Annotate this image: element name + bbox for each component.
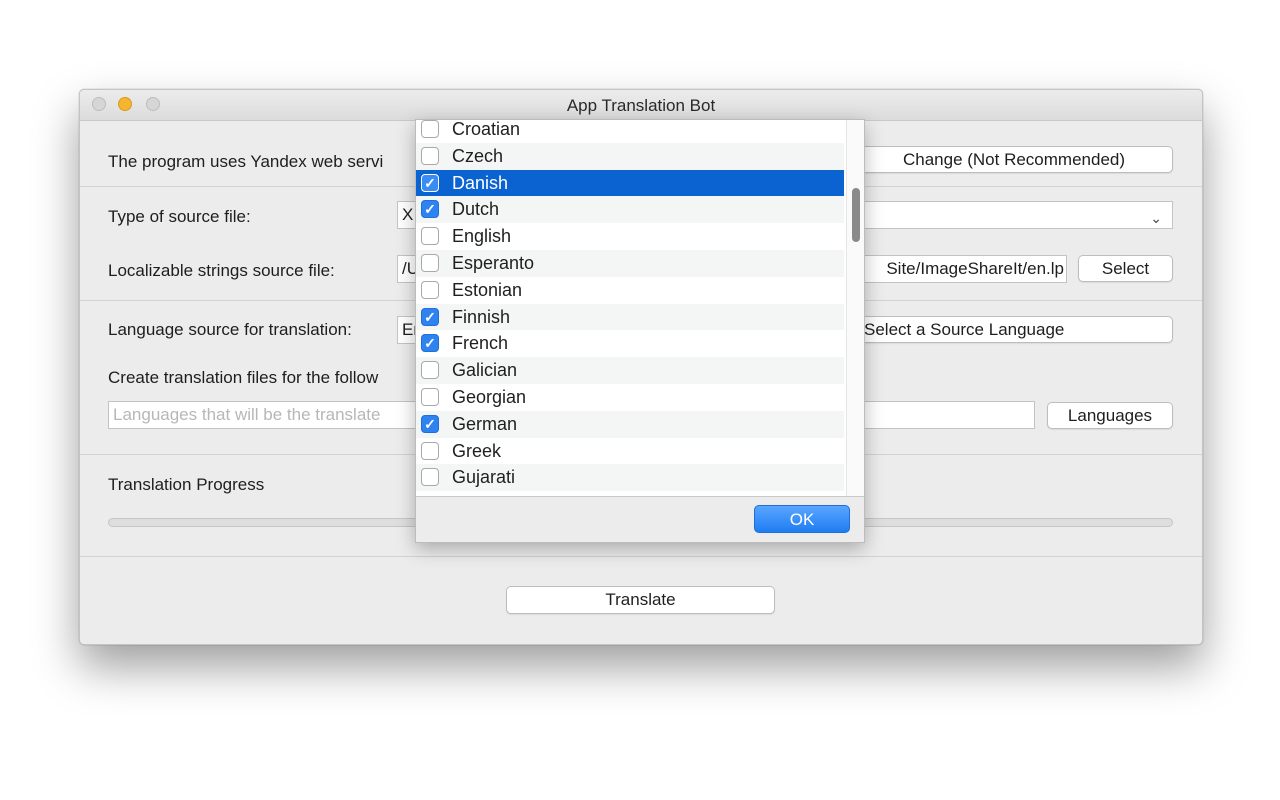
scrollbar-thumb[interactable]	[852, 188, 860, 242]
checkbox-icon[interactable]	[421, 227, 439, 246]
checkbox-icon[interactable]	[421, 441, 439, 460]
source-type-label: Type of source file:	[108, 207, 251, 226]
title-bar: App Translation Bot	[80, 90, 1202, 121]
strings-file-path-end: Site/ImageShareIt/en.lp	[886, 259, 1064, 278]
select-source-language-button[interactable]: Select a Source Language	[855, 316, 1173, 343]
window-title: App Translation Bot	[566, 96, 716, 115]
checkbox-checked-icon[interactable]: ✓	[421, 414, 439, 433]
checkbox-checked-icon[interactable]: ✓	[421, 334, 439, 353]
checkbox-checked-icon[interactable]: ✓	[421, 173, 439, 192]
popup-footer: OK	[416, 496, 864, 542]
translation-progress-label: Translation Progress	[108, 475, 265, 494]
language-row[interactable]: English	[416, 223, 844, 250]
language-row[interactable]: Czech	[416, 142, 844, 170]
language-row[interactable]: ✓ Finnish	[416, 303, 844, 331]
checkbox-icon[interactable]	[421, 468, 439, 487]
ok-button[interactable]: OK	[754, 505, 850, 533]
service-info-text: The program uses Yandex web servi	[108, 152, 384, 171]
translate-button[interactable]: Translate	[506, 586, 775, 614]
language-row[interactable]: ✓ Dutch	[416, 196, 844, 224]
language-label: English	[452, 226, 512, 247]
language-label: Danish	[452, 172, 509, 193]
language-label: Esperanto	[452, 252, 535, 273]
language-row[interactable]: Croatian	[416, 119, 844, 143]
language-label: Galician	[452, 360, 518, 381]
language-label: Gujarati	[452, 467, 516, 488]
select-file-button[interactable]: Select	[1078, 255, 1173, 282]
language-row[interactable]: Georgian	[416, 384, 844, 411]
checkbox-icon[interactable]	[421, 146, 439, 165]
target-languages-placeholder: Languages that will be the translate	[113, 405, 381, 424]
language-list[interactable]: Croatian Czech ✓ Danish ✓ Dutch English Esperan…	[416, 119, 844, 494]
language-label: Croatian	[452, 119, 521, 139]
scrollbar[interactable]	[846, 120, 864, 496]
language-row[interactable]: Galician	[416, 357, 844, 384]
chevron-down-icon: ⌄	[1150, 210, 1162, 226]
checkbox-icon[interactable]	[421, 120, 439, 138]
language-label: German	[452, 413, 518, 434]
language-row[interactable]: Gujarati	[416, 464, 844, 492]
language-label: Georgian	[452, 386, 527, 407]
language-label: Czech	[452, 145, 504, 166]
language-label: Greek	[452, 440, 502, 461]
language-label: French	[452, 333, 509, 354]
language-label: Finnish	[452, 306, 511, 327]
divider	[80, 556, 1202, 557]
checkbox-icon[interactable]	[421, 253, 439, 272]
language-row[interactable]: ✓ Danish	[416, 169, 844, 197]
checkbox-checked-icon[interactable]: ✓	[421, 200, 439, 219]
checkbox-icon[interactable]	[421, 361, 439, 380]
language-row[interactable]: Estonian	[416, 277, 844, 304]
language-row[interactable]: Esperanto	[416, 249, 844, 277]
language-label: Dutch	[452, 199, 500, 220]
source-type-value: X	[402, 205, 414, 224]
checkbox-icon[interactable]	[421, 387, 439, 406]
checkbox-icon[interactable]	[421, 280, 439, 299]
language-label: Estonian	[452, 279, 523, 300]
language-picker-popup: Croatian Czech ✓ Danish ✓ Dutch English Esperan…	[415, 119, 865, 543]
language-row[interactable]: ✓ German	[416, 410, 844, 438]
target-languages-label: Create translation files for the follow	[108, 368, 379, 387]
language-row[interactable]: ✓ French	[416, 330, 844, 357]
change-service-button[interactable]: Change (Not Recommended)	[855, 146, 1173, 173]
strings-file-label: Localizable strings source file:	[108, 261, 335, 280]
language-row[interactable]: Greek	[416, 438, 844, 465]
languages-button[interactable]: Languages	[1047, 402, 1173, 429]
checkbox-checked-icon[interactable]: ✓	[421, 307, 439, 326]
language-source-label: Language source for translation:	[108, 320, 352, 339]
